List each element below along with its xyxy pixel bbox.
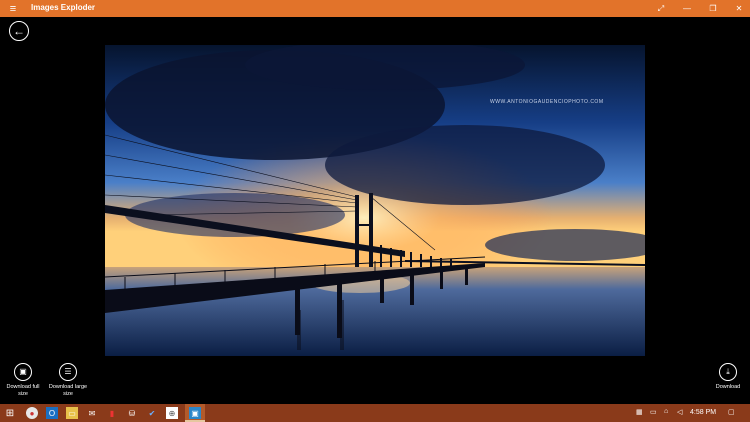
network-icon[interactable]: ⌂ xyxy=(664,408,668,415)
download-label: Download xyxy=(715,384,741,390)
list-icon: ☰ xyxy=(59,363,77,381)
app-icon[interactable]: ▮ xyxy=(106,407,118,419)
app-icon-2[interactable]: ✔ xyxy=(146,407,158,419)
photo-viewer[interactable]: WWW.ANTONIOGAUDENCIOPHOTO.COM xyxy=(105,45,645,356)
close-button[interactable]: ✕ xyxy=(726,0,750,17)
window-title: Images Exploder xyxy=(31,3,96,12)
download-full-size-button[interactable]: ▣ Download full size xyxy=(4,363,42,397)
outlook-icon[interactable]: O xyxy=(46,407,58,419)
taskbar: ⊞ ● O ▭ ✉ ▮ ⛁ ✔ ⊕ ▣ ▦ ▭ ⌂ ◁ 4:58 PM ▢ xyxy=(0,404,750,422)
restore-button[interactable]: ❐ xyxy=(700,0,726,17)
visual-studio-icon[interactable]: ⊕ xyxy=(166,407,178,419)
tray-app-icon[interactable]: ▦ xyxy=(636,408,643,416)
download-button[interactable]: ⤓ Download xyxy=(712,363,744,391)
arrow-left-icon: ← xyxy=(13,24,25,38)
bridge-sunset-photo: WWW.ANTONIOGAUDENCIOPHOTO.COM xyxy=(105,45,645,356)
battery-icon[interactable]: ▭ xyxy=(650,408,657,416)
image-download-icon: ▣ xyxy=(14,363,32,381)
download-full-size-label: Download full size xyxy=(6,384,40,397)
back-button[interactable]: ← xyxy=(9,21,29,41)
download-large-size-label: Download large size xyxy=(48,384,88,397)
title-bar: ≡ Images Exploder ⤢ — ❐ ✕ xyxy=(0,0,750,17)
notification-icon[interactable]: ▢ xyxy=(728,408,735,416)
images-exploder-icon[interactable]: ▣ xyxy=(189,407,201,419)
file-explorer-icon[interactable]: ▭ xyxy=(66,407,78,419)
hamburger-menu-icon[interactable]: ≡ xyxy=(6,2,20,15)
watermark-text: WWW.ANTONIOGAUDENCIOPHOTO.COM xyxy=(490,99,603,105)
volume-icon[interactable]: ◁ xyxy=(677,408,682,416)
mail-icon[interactable]: ✉ xyxy=(86,407,98,419)
minimize-button[interactable]: — xyxy=(674,0,700,17)
download-arrow-icon: ⤓ xyxy=(719,363,737,381)
chrome-icon[interactable]: ● xyxy=(26,407,38,419)
download-large-size-button[interactable]: ☰ Download large size xyxy=(47,363,89,397)
windows-start-icon[interactable]: ⊞ xyxy=(4,407,16,419)
store-icon[interactable]: ⛁ xyxy=(126,407,138,419)
fullscreen-icon[interactable]: ⤢ xyxy=(648,0,674,17)
clock[interactable]: 4:58 PM xyxy=(690,409,716,416)
